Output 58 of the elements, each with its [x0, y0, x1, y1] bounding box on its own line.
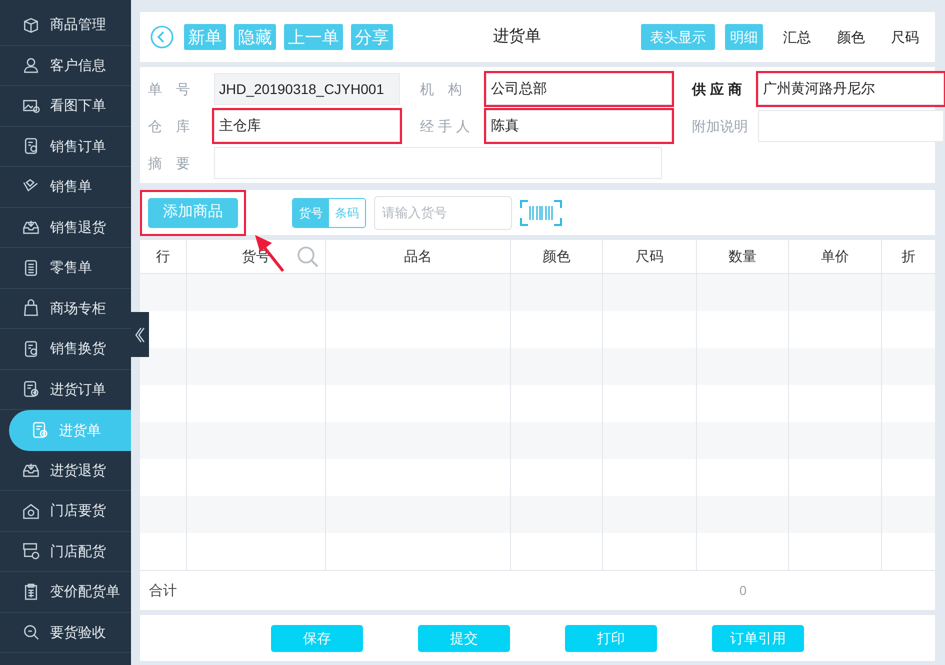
view-tab[interactable]: 颜色	[831, 24, 871, 50]
column-header: 行	[156, 247, 170, 266]
document-plus-icon	[31, 421, 49, 440]
input-field[interactable]: 主仓库	[214, 110, 400, 142]
sidebar-item[interactable]: 进货退货	[0, 450, 131, 491]
column-header: 品名	[404, 247, 432, 266]
total-label: 合计	[148, 581, 178, 600]
sidebar-item[interactable]: 销售订单	[0, 126, 131, 167]
search-field[interactable]: 请输入货号	[374, 196, 512, 230]
input-field[interactable]	[758, 110, 944, 142]
sidebar-item[interactable]: 变价配货单	[0, 572, 131, 612]
sidebar-item[interactable]: 客户信息	[0, 46, 131, 86]
search-icon[interactable]	[297, 246, 319, 268]
sidebar-item[interactable]: 看图下单	[0, 86, 131, 126]
total-quantity: 0	[738, 582, 748, 600]
store-icon	[22, 542, 40, 560]
input-field[interactable]: 公司总部	[486, 73, 672, 105]
box-icon	[22, 16, 40, 34]
sidebar-item[interactable]: 门店要货	[0, 491, 131, 532]
field-label: 单 号	[148, 80, 191, 98]
column-header: 数量	[728, 247, 756, 266]
barcode-scan-button[interactable]	[520, 200, 562, 226]
column-header: 单价	[821, 247, 849, 266]
sidebar-item[interactable]: 要货验收	[0, 612, 131, 653]
sidebar-item[interactable]: 销售单	[0, 167, 131, 208]
person-icon	[22, 56, 40, 74]
tray-icon	[22, 218, 40, 236]
input-field[interactable]	[214, 147, 662, 179]
input-field[interactable]: 陈真	[486, 110, 672, 142]
field-label: 仓 库	[148, 116, 191, 136]
column-header: 颜色	[542, 247, 570, 266]
sidebar-item[interactable]: 商品管理	[0, 5, 131, 46]
sidebar-item[interactable]: 门店配货	[0, 532, 131, 572]
sidebar-item[interactable]: 商场专柜	[0, 288, 131, 329]
field-label: 经 手 人	[420, 116, 471, 136]
field-label: 附加说明	[692, 116, 749, 136]
column-header: 尺码	[636, 247, 664, 266]
input-field[interactable]: 广州黄河路丹尼尔	[758, 73, 944, 105]
chevron-left-icon	[135, 326, 145, 342]
bag-icon	[22, 299, 40, 318]
house-icon	[22, 502, 40, 520]
search-icon	[22, 623, 40, 642]
column-header: 折	[902, 247, 916, 266]
view-tab[interactable]: 尺码	[885, 24, 925, 50]
collapse-handle[interactable]	[131, 312, 149, 357]
view-tab[interactable]: 汇总	[777, 24, 817, 50]
back-button[interactable]	[150, 25, 174, 49]
page-title: 进货单	[492, 26, 542, 47]
clipboard-icon	[22, 582, 40, 601]
field-label: 摘 要	[148, 154, 191, 172]
sidebar-item[interactable]: 零售单	[0, 248, 131, 288]
tray-icon	[22, 461, 40, 480]
sidebar-item[interactable]: 销售退货	[0, 208, 131, 248]
document-plus-icon	[22, 380, 40, 398]
field-label: 机 构	[420, 80, 463, 98]
field-label: 供 应 商	[692, 80, 743, 98]
document-icon	[22, 258, 40, 277]
input-field[interactable]: JHD_20190318_CJYH001	[214, 73, 400, 105]
